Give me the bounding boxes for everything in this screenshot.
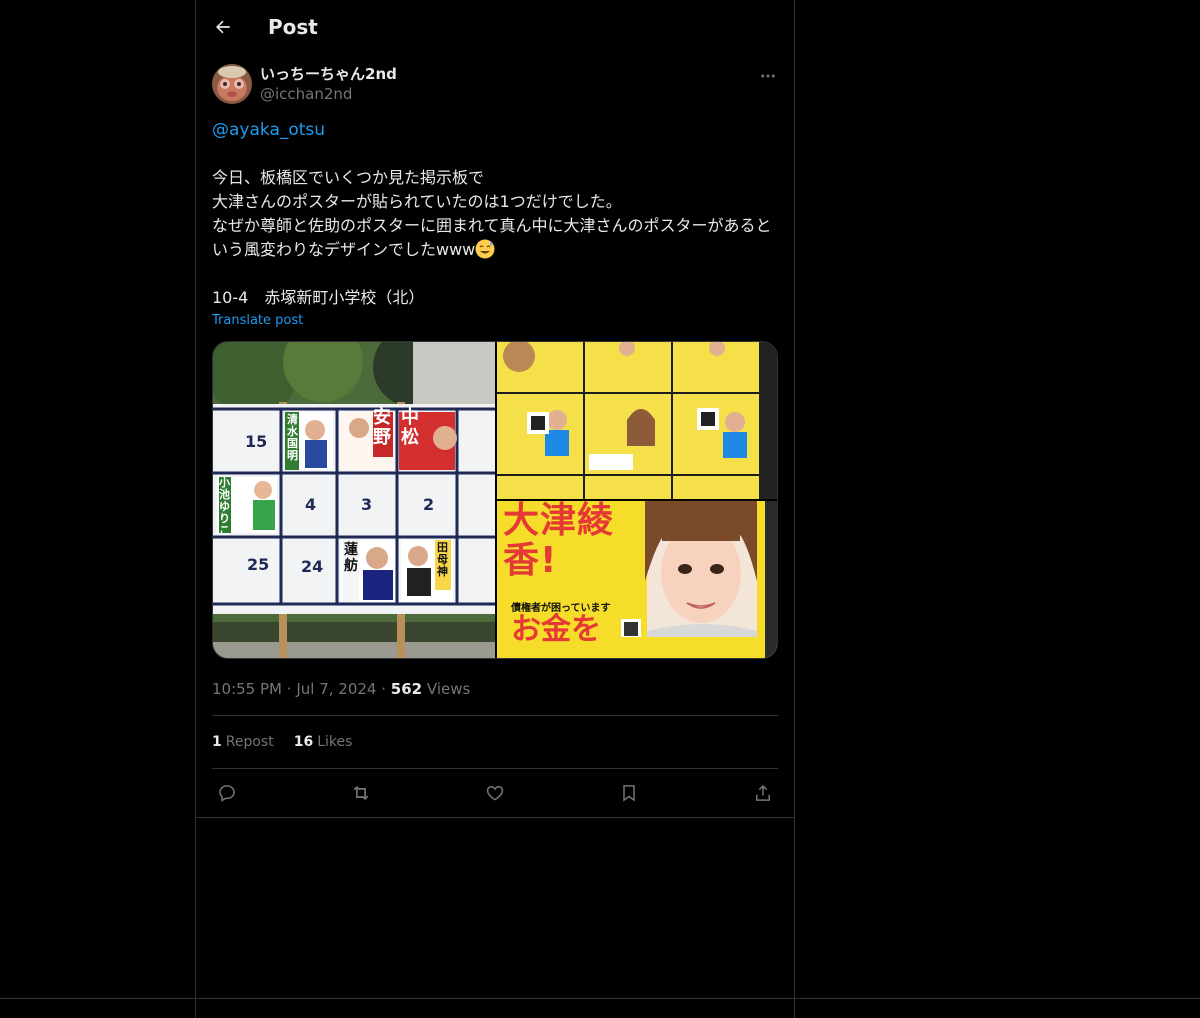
- media-grid[interactable]: 15 4 3 2 25 24 清水国明 安野 中松 小池ゆりこ 蓮舫 田母神 大…: [212, 341, 778, 659]
- post: いっちーちゃん2nd @icchan2nd @ayaka_otsu 今日、板橋区…: [196, 64, 794, 818]
- meta-separator: ·: [286, 680, 292, 698]
- bookmark-icon[interactable]: [618, 782, 640, 804]
- arrow-left-icon[interactable]: [212, 16, 234, 38]
- post-text: @ayaka_otsu 今日、板橋区でいくつか見た掲示板で 大津さんのポスターが…: [212, 118, 778, 310]
- post-time[interactable]: 10:55 PM: [212, 680, 282, 698]
- views-count: 562: [390, 680, 423, 698]
- post-meta: 10:55 PM · Jul 7, 2024 · 562 Views: [212, 679, 778, 699]
- reposts-count: 1: [212, 734, 222, 750]
- bottom-divider: [0, 998, 1200, 999]
- photo-poster-board[interactable]: 15 4 3 2 25 24 清水国明 安野 中松 小池ゆりこ 蓮舫 田母神: [213, 342, 495, 658]
- meta-separator: ·: [381, 680, 387, 698]
- translate-post-link[interactable]: Translate post: [212, 313, 778, 329]
- media-right-column: 大津綾香! 債権者が困っています お金を: [497, 342, 777, 658]
- likes-stat[interactable]: 16 Likes: [294, 734, 353, 750]
- sweat-smile-emoji-icon: [475, 239, 495, 259]
- likes-label: Likes: [317, 734, 353, 750]
- author-row: いっちーちゃん2nd @icchan2nd: [212, 64, 778, 112]
- display-name[interactable]: いっちーちゃん2nd: [260, 64, 758, 84]
- avatar[interactable]: [212, 64, 252, 104]
- user-handle[interactable]: @icchan2nd: [260, 84, 758, 104]
- views-label: Views: [426, 680, 471, 698]
- divider: [196, 817, 794, 818]
- post-line-2: 大津さんのポスターが貼られていたのは1つだけでした。: [212, 192, 622, 211]
- likes-count: 16: [293, 734, 314, 750]
- reposts-label: Repost: [225, 734, 274, 750]
- main-column: Post いっちーちゃん2nd @icchan2nd @ayaka_otsu 今…: [195, 0, 795, 1018]
- post-line-3: なぜか尊師と佐助のポスターに囲まれて真ん中に大津さんのポスターがあ: [212, 216, 740, 235]
- photo-yellow-posters[interactable]: [497, 342, 777, 499]
- heart-icon[interactable]: [484, 782, 506, 804]
- photo-otsu-poster[interactable]: 大津綾香! 債権者が困っています お金を: [497, 501, 777, 658]
- engagement-stats: 1 Repost 16 Likes: [212, 716, 778, 768]
- post-date[interactable]: Jul 7, 2024: [296, 680, 376, 698]
- post-line-1: 今日、板橋区でいくつか見た掲示板で: [212, 168, 485, 187]
- post-location: 10-4 赤塚新町小学校（北）: [212, 288, 425, 307]
- mention-link[interactable]: @ayaka_otsu: [212, 120, 325, 140]
- action-bar: [212, 769, 778, 817]
- poster-slogan: お金を: [511, 612, 601, 647]
- page-title: Post: [268, 15, 318, 39]
- header: Post: [196, 0, 794, 54]
- share-icon[interactable]: [752, 782, 774, 804]
- author-info: いっちーちゃん2nd @icchan2nd: [260, 64, 758, 104]
- poster-big-title: 大津綾香!: [503, 501, 615, 581]
- reposts-stat[interactable]: 1 Repost: [212, 734, 274, 750]
- more-icon[interactable]: [758, 66, 778, 86]
- repost-icon[interactable]: [350, 782, 372, 804]
- reply-icon[interactable]: [216, 782, 238, 804]
